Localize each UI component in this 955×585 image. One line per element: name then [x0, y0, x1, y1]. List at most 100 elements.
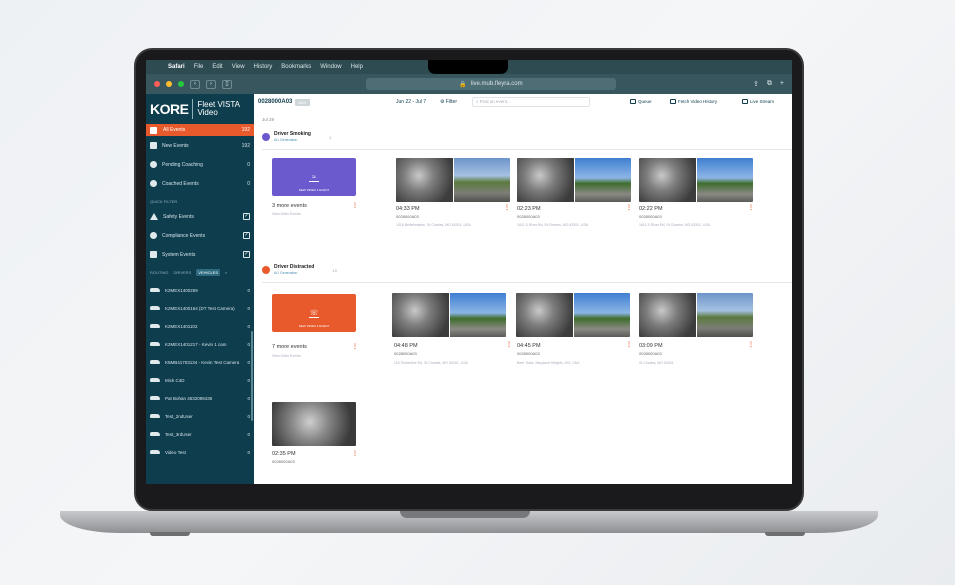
- action-label: Queue: [638, 99, 652, 104]
- vehicle-name: Test_3rdUser: [165, 431, 192, 437]
- sidebar-toggle-icon[interactable]: ▯: [222, 79, 232, 89]
- filter-button[interactable]: ⚙ Filter: [440, 99, 457, 105]
- filter-safety[interactable]: Safety Events ✓: [146, 207, 254, 226]
- minimize-window-button[interactable]: [166, 81, 172, 87]
- vehicle-count: 0: [247, 377, 250, 383]
- address-bar[interactable]: 🔒 live.mub.fleyra.com: [366, 78, 616, 90]
- shield-icon: [150, 232, 157, 239]
- section-header-smoking[interactable]: Driver Smoking Ai1 Generation 1: [262, 131, 331, 143]
- event-time: 03:09 PM: [639, 343, 663, 349]
- event-address: St Charles, MO 63301: [639, 361, 674, 365]
- queue-button[interactable]: Queue: [630, 99, 652, 104]
- section-count: 13: [332, 267, 337, 273]
- event-thumbnail[interactable]: [516, 293, 630, 337]
- fetch-video-history-button[interactable]: Fetch Video History: [670, 99, 717, 104]
- checkbox[interactable]: ✓: [243, 213, 250, 220]
- menu-history[interactable]: History: [254, 64, 273, 70]
- group-caption: NEW VIDEO 4 EVENT: [298, 188, 330, 192]
- more-options-icon[interactable]: ⋮: [352, 343, 358, 350]
- event-thumbnail[interactable]: [392, 293, 506, 337]
- menu-bookmarks[interactable]: Bookmarks: [281, 64, 311, 70]
- event-group-card[interactable]: ☏ NEW VIDEO 4 EVENT: [272, 294, 356, 332]
- menu-app[interactable]: Safari: [168, 64, 185, 70]
- filter-label: Safety Events: [163, 213, 194, 220]
- checkbox[interactable]: ✓: [243, 232, 250, 239]
- cabin-view: [396, 158, 453, 202]
- older-events-link[interactable]: View Older Events: [272, 354, 301, 358]
- filter-system[interactable]: System Events ✓: [146, 245, 254, 264]
- more-options-icon[interactable]: ⋮: [748, 341, 754, 348]
- event-group-card[interactable]: ≈ NEW VIDEO 4 EVENT: [272, 158, 356, 196]
- nav-all-events[interactable]: All Events 192: [146, 124, 254, 136]
- new-tab-icon[interactable]: +: [780, 80, 784, 88]
- vehicle-item[interactable]: Pat Bohan 4532098435 0: [146, 389, 254, 407]
- live-stream-button[interactable]: Live Stream: [742, 99, 774, 104]
- zoom-window-button[interactable]: [178, 81, 184, 87]
- search-icon[interactable]: ⌕: [225, 270, 227, 275]
- nav-label: New Events: [162, 142, 189, 149]
- checkbox[interactable]: ✓: [243, 251, 250, 258]
- vehicle-item[interactable]: K2MEX1400259 0: [146, 281, 254, 299]
- nav-new-events[interactable]: New Events 192: [146, 136, 254, 155]
- vehicle-item[interactable]: K2MEX1401217 - Kevin 1 cam 0: [146, 335, 254, 353]
- vehicle-name: K2MEX1401217 - Kevin 1 cam: [165, 341, 227, 347]
- vehicle-name: Video Test: [165, 449, 186, 455]
- vehicle-item[interactable]: Mick C4D 0: [146, 371, 254, 389]
- event-thumbnail[interactable]: [639, 293, 753, 337]
- search-input[interactable]: ⌕ Find an event...: [472, 97, 590, 107]
- menu-view[interactable]: View: [232, 64, 245, 70]
- tab-routing[interactable]: ROUTING: [150, 270, 168, 275]
- bell-icon: [150, 142, 157, 149]
- nav-coached-events[interactable]: Coached Events 0: [146, 174, 254, 193]
- tabs-icon[interactable]: ⧉: [767, 80, 772, 88]
- tab-drivers[interactable]: DRIVERS: [173, 270, 191, 275]
- truck-icon: [150, 342, 160, 346]
- event-thumbnail[interactable]: [517, 158, 631, 202]
- forward-icon[interactable]: ›: [206, 79, 216, 89]
- more-options-icon[interactable]: ⋮: [352, 202, 358, 209]
- vehicle-item[interactable]: K2MEX1401102 0: [146, 317, 254, 335]
- share-icon[interactable]: ⇪: [753, 80, 759, 88]
- vehicle-item[interactable]: K2MEX1400164 (DT Test Camera) 0: [146, 299, 254, 317]
- more-options-icon[interactable]: ⋮: [626, 341, 632, 348]
- vehicle-tag: ADX: [295, 98, 310, 106]
- event-thumbnail[interactable]: [396, 158, 510, 202]
- road-view: [573, 293, 630, 337]
- more-options-icon[interactable]: ⋮: [748, 204, 754, 211]
- section-title: Driver Distracted: [274, 264, 315, 270]
- menu-help[interactable]: Help: [351, 64, 363, 70]
- search-placeholder: Find an event...: [479, 99, 511, 104]
- road-view: [574, 158, 631, 202]
- sidebar-scrollbar[interactable]: [251, 331, 253, 421]
- event-thumbnail[interactable]: [639, 158, 753, 202]
- vehicle-item[interactable]: Test_3rdUser 0: [146, 425, 254, 443]
- more-options-icon[interactable]: ⋮: [506, 341, 512, 348]
- section-header-distracted[interactable]: Driver Distracted Ai1 Generation 13: [262, 264, 337, 276]
- vehicle-count: 0: [247, 359, 250, 365]
- vehicle-item[interactable]: Video Test 0: [146, 443, 254, 461]
- vehicle-item[interactable]: K5MB41703134 - Kevin Test Camera 0: [146, 353, 254, 371]
- date-range[interactable]: Jun 22 - Jul 7: [396, 99, 426, 105]
- more-options-icon[interactable]: ⋮: [504, 204, 510, 211]
- event-thumbnail[interactable]: [272, 402, 356, 446]
- event-address: 1516 Bellefontaine, St Charles, MO 63301…: [396, 223, 471, 227]
- menu-window[interactable]: Window: [320, 64, 341, 70]
- vehicle-count: 0: [247, 413, 250, 419]
- tab-vehicles[interactable]: VEHICLES: [196, 269, 221, 276]
- vehicle-item[interactable]: Test_2ndUser 0: [146, 407, 254, 425]
- more-options-icon[interactable]: ⋮: [626, 204, 632, 211]
- menu-edit[interactable]: Edit: [212, 64, 222, 70]
- question-icon: [150, 161, 157, 168]
- close-window-button[interactable]: [154, 81, 160, 87]
- road-view: [696, 158, 753, 202]
- back-icon[interactable]: ‹: [190, 79, 200, 89]
- date-header: Jul 29: [262, 117, 275, 122]
- video-icon: [742, 99, 748, 104]
- vehicle-name: K2MEX1401102: [165, 323, 198, 329]
- phone-icon: ☏: [309, 310, 319, 318]
- older-events-link[interactable]: View Older Events: [272, 212, 301, 216]
- filter-compliance[interactable]: Compliance Events ✓: [146, 226, 254, 245]
- more-options-icon[interactable]: ⋮: [352, 450, 358, 457]
- nav-pending-coaching[interactable]: Pending Coaching 0: [146, 155, 254, 174]
- menu-file[interactable]: File: [194, 64, 204, 70]
